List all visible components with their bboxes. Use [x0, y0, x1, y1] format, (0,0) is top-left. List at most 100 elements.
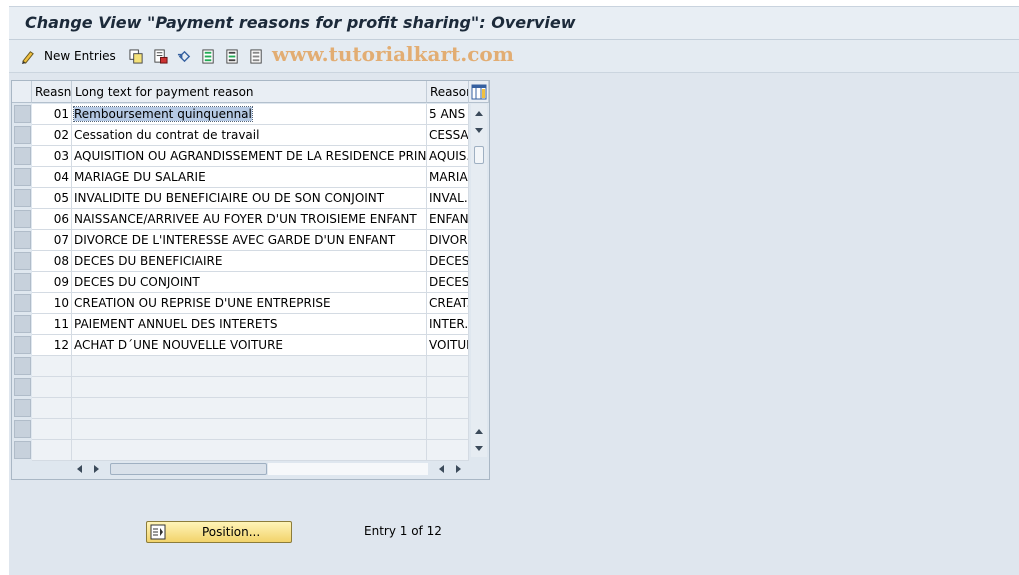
long-text-cell[interactable]: Cessation du contrat de travail — [72, 125, 427, 146]
vertical-scroll-thumb[interactable] — [474, 146, 484, 164]
sap-window: Change View "Payment reasons for profit … — [9, 6, 1019, 575]
row-selector[interactable] — [14, 294, 31, 312]
long-text-cell[interactable]: DECES DU CONJOINT — [72, 272, 427, 293]
scroll-right-icon[interactable] — [92, 463, 102, 475]
scroll-left-column-icon[interactable] — [436, 463, 446, 475]
long-text-cell[interactable] — [72, 356, 427, 377]
reason-code-cell[interactable]: CREAT. — [427, 293, 469, 314]
reason-code-cell[interactable]: DECES2 — [427, 272, 469, 293]
reason-code-cell[interactable]: ENFANT — [427, 209, 469, 230]
delete-icon — [154, 48, 168, 64]
long-text-cell[interactable] — [72, 440, 427, 461]
scroll-left-icon[interactable] — [74, 463, 84, 475]
reason-number-cell — [32, 356, 72, 377]
row-selector[interactable] — [14, 231, 31, 249]
long-text-cell[interactable]: AQUISITION OU AGRANDISSEMENT DE LA RESID… — [72, 146, 427, 167]
reason-number-cell — [32, 440, 72, 461]
reason-code-cell[interactable]: INVAL. — [427, 188, 469, 209]
long-text-cell[interactable] — [72, 377, 427, 398]
scroll-page-down-icon[interactable] — [473, 444, 485, 454]
reason-code-cell[interactable]: INTER. — [427, 314, 469, 335]
long-text-cell[interactable]: INVALIDITE DU BENEFICIAIRE OU DE SON CON… — [72, 188, 427, 209]
long-text-cell[interactable]: MARIAGE DU SALARIE — [72, 167, 427, 188]
new-entries-label: New Entries — [44, 49, 116, 63]
row-selector[interactable] — [14, 336, 31, 354]
horizontal-scroll-thumb[interactable] — [110, 463, 267, 475]
row-selector[interactable] — [14, 399, 31, 417]
table-control: Reasn Long text for payment reason Reaso… — [11, 80, 490, 480]
scroll-page-up-icon[interactable] — [473, 426, 485, 436]
reason-code-cell[interactable]: VOITUR — [427, 335, 469, 356]
application-toolbar: New Entries www.tutorialkart.com — [9, 40, 1019, 73]
row-selector[interactable] — [14, 273, 31, 291]
long-text-cell[interactable] — [72, 419, 427, 440]
row-selector[interactable] — [14, 441, 31, 459]
reason-code-cell[interactable] — [427, 398, 469, 419]
column-header-long-text[interactable]: Long text for payment reason — [72, 81, 427, 103]
long-text-cell[interactable]: NAISSANCE/ARRIVEE AU FOYER D'UN TROISIEM… — [72, 209, 427, 230]
reason-code-cell[interactable]: CESSA. — [427, 125, 469, 146]
watermark: www.tutorialkart.com — [272, 42, 514, 66]
long-text-cell[interactable]: DECES DU BENEFICIAIRE — [72, 251, 427, 272]
entry-counter: Entry 1 of 12 — [364, 524, 442, 538]
reason-number-cell: 11 — [32, 314, 72, 335]
row-selector[interactable] — [14, 210, 31, 228]
scroll-up-icon[interactable] — [473, 108, 485, 118]
table-row: 09DECES DU CONJOINTDECES2 — [32, 272, 469, 293]
table-row: 08DECES DU BENEFICIAIREDECES1 — [32, 251, 469, 272]
reason-code-cell[interactable]: MARIA. — [427, 167, 469, 188]
long-text-cell[interactable]: Remboursement quinquennal — [72, 104, 427, 125]
delete-button[interactable] — [153, 46, 168, 66]
row-selector[interactable] — [14, 105, 31, 123]
reason-code-cell[interactable]: AQUIS. — [427, 146, 469, 167]
reason-code-cell[interactable] — [427, 440, 469, 461]
row-selector[interactable] — [14, 357, 31, 375]
select-all-rows-corner[interactable] — [12, 81, 32, 103]
table-settings-icon — [471, 84, 487, 100]
horizontal-scroll-track[interactable] — [268, 463, 428, 475]
row-selector[interactable] — [14, 147, 31, 165]
reason-number-cell: 12 — [32, 335, 72, 356]
reason-number-cell — [32, 419, 72, 440]
position-button[interactable]: Position... — [146, 521, 292, 543]
row-selector[interactable] — [14, 252, 31, 270]
horizontal-scrollbar[interactable] — [70, 461, 470, 477]
column-header-reasn[interactable]: Reasn — [32, 81, 72, 103]
empty-table-row — [32, 356, 469, 377]
table-row: 06 NAISSANCE/ARRIVEE AU FOYER D'UN TROISI… — [32, 209, 469, 230]
row-selector[interactable] — [14, 378, 31, 396]
column-header-reason[interactable]: Reason — [427, 81, 469, 103]
reason-code-cell[interactable] — [427, 419, 469, 440]
row-selector[interactable] — [14, 315, 31, 333]
column-settings-button[interactable] — [469, 81, 489, 103]
reason-code-cell[interactable]: DIVOR. — [427, 230, 469, 251]
reason-code-cell[interactable] — [427, 377, 469, 398]
reason-code-cell[interactable]: 5 ANS — [427, 104, 469, 125]
position-icon — [150, 524, 166, 540]
table-row: 07 DIVORCE DE L'INTERESSE AVEC GARDE D'UN… — [32, 230, 469, 251]
empty-table-row — [32, 419, 469, 440]
reason-number-cell: 02 — [32, 125, 72, 146]
table-row: 05 INVALIDITE DU BENEFICIAIRE OU DE SON C… — [32, 188, 469, 209]
select-block-button[interactable] — [225, 46, 240, 66]
select-all-button[interactable] — [201, 46, 216, 66]
long-text-cell[interactable]: ACHAT D´UNE NOUVELLE VOITURE — [72, 335, 427, 356]
scroll-down-icon[interactable] — [473, 126, 485, 136]
long-text-cell[interactable]: CREATION OU REPRISE D'UNE ENTREPRISE — [72, 293, 427, 314]
row-selector[interactable] — [14, 126, 31, 144]
new-entries-button[interactable]: New Entries — [21, 46, 116, 66]
vertical-scrollbar[interactable] — [471, 104, 487, 457]
row-selector[interactable] — [14, 420, 31, 438]
table-row: 03 AQUISITION OU AGRANDISSEMENT DE LA RES… — [32, 146, 469, 167]
reason-code-cell[interactable]: DECES1 — [427, 251, 469, 272]
reason-code-cell[interactable] — [427, 356, 469, 377]
row-selector[interactable] — [14, 168, 31, 186]
deselect-all-button[interactable] — [249, 46, 264, 66]
long-text-cell[interactable] — [72, 398, 427, 419]
long-text-cell[interactable]: PAIEMENT ANNUEL DES INTERETS — [72, 314, 427, 335]
scroll-right-column-icon[interactable] — [454, 463, 464, 475]
long-text-cell[interactable]: DIVORCE DE L'INTERESSE AVEC GARDE D'UN E… — [72, 230, 427, 251]
copy-button[interactable] — [129, 46, 144, 66]
row-selector[interactable] — [14, 189, 31, 207]
undo-button[interactable] — [177, 46, 192, 66]
